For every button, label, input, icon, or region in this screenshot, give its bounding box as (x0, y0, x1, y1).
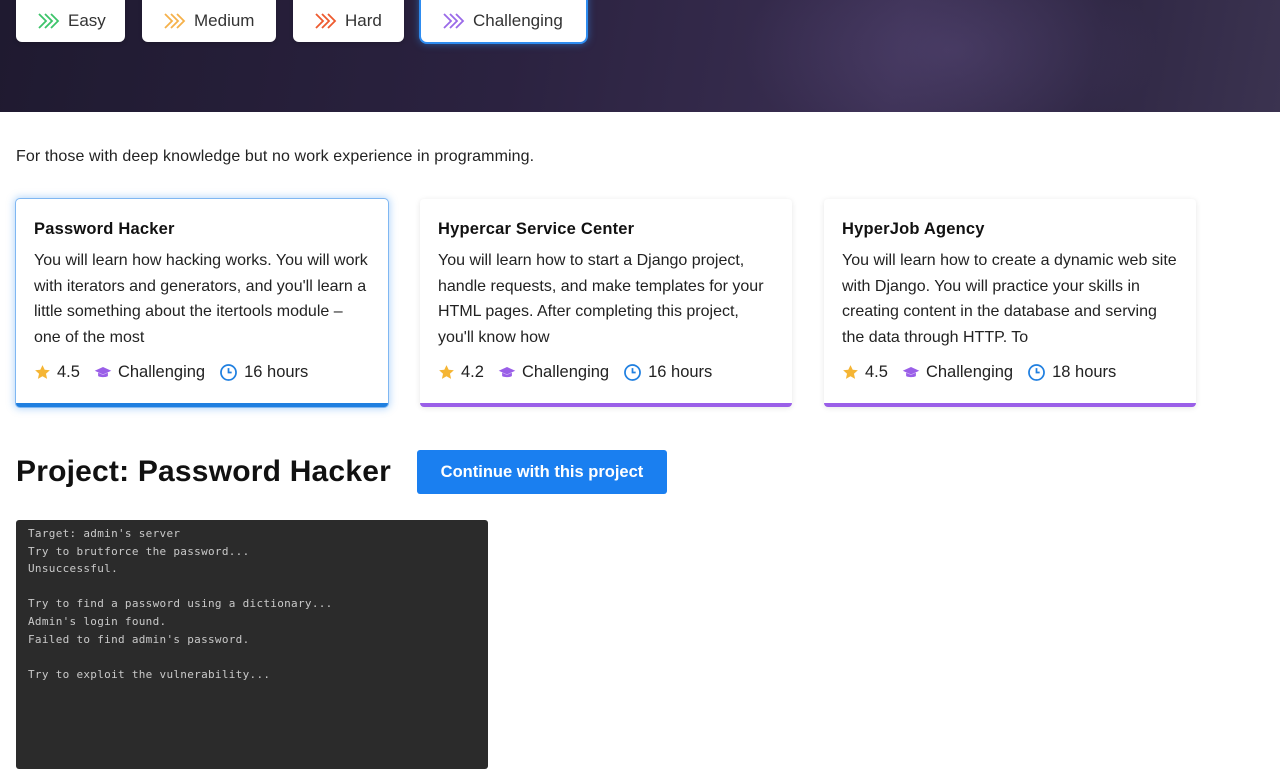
tab-medium[interactable]: Medium (142, 0, 276, 42)
graduation-cap-icon (94, 366, 112, 377)
project-cards: Password Hacker You will learn how hacki… (16, 199, 1196, 407)
star-icon (35, 365, 50, 379)
rating: 4.5 (34, 363, 80, 382)
terminal-line: Failed to find admin's password. (28, 632, 250, 646)
double-chevron-right-icon (162, 12, 186, 30)
difficulty-label: Challenging (925, 363, 1014, 381)
project-card-password-hacker[interactable]: Password Hacker You will learn how hacki… (16, 199, 388, 407)
level-description: For those with deep knowledge but no wor… (16, 148, 535, 165)
project-card-hyperjob-agency[interactable]: HyperJob Agency You will learn how to cr… (824, 199, 1196, 407)
star-icon (843, 365, 858, 379)
hero-banner: Easy Medium Hard Challenging (0, 0, 1280, 112)
duration: 18 hours (1027, 363, 1116, 382)
terminal-line: Admin's login found. (28, 614, 167, 628)
duration: 16 hours (219, 363, 308, 382)
card-title: Password Hacker (34, 220, 175, 238)
difficulty: Challenging (94, 363, 205, 382)
terminal-line: Try to exploit the vulnerability... (28, 667, 271, 681)
clock-icon (1028, 364, 1045, 381)
rating-value: 4.5 (865, 363, 888, 381)
card-title: HyperJob Agency (842, 220, 985, 238)
rating-value: 4.5 (57, 363, 80, 381)
terminal-line: Unsuccessful. (28, 562, 118, 576)
project-card-hypercar-service-center[interactable]: Hypercar Service Center You will learn h… (420, 199, 792, 407)
card-description: You will learn how to start a Django pro… (438, 252, 764, 346)
duration-label: 18 hours (1052, 363, 1117, 381)
double-chevron-right-icon (313, 12, 337, 30)
card-description: You will learn how hacking works. You wi… (34, 252, 368, 346)
terminal-line: Target: admin's server (28, 527, 181, 540)
continue-project-button[interactable]: Continue with this project (416, 450, 667, 494)
terminal-output: Target: admin's server Try to brutforce … (16, 520, 488, 769)
tab-hard[interactable]: Hard (293, 0, 404, 42)
double-chevron-right-icon (36, 12, 60, 30)
double-chevron-right-icon (441, 12, 465, 30)
project-title: Project: Password Hacker (16, 455, 391, 488)
terminal-line: Try to brutforce the password... (28, 544, 250, 558)
terminal-line: Try to find a password using a dictionar… (28, 597, 333, 611)
card-meta: 4.2 Challenging 16 hours (438, 363, 726, 382)
difficulty-label: Challenging (521, 363, 610, 381)
rating-value: 4.2 (461, 363, 484, 381)
rating: 4.5 (842, 363, 888, 382)
star-icon (439, 365, 454, 379)
card-title: Hypercar Service Center (438, 220, 635, 238)
card-description: You will learn how to create a dynamic w… (842, 252, 1177, 346)
level-tabs: Easy Medium Hard Challenging (16, 0, 586, 42)
card-meta: 4.5 Challenging 16 hours (34, 363, 322, 382)
tab-label: Hard (345, 11, 382, 30)
duration: 16 hours (623, 363, 712, 382)
clock-icon (624, 364, 641, 381)
graduation-cap-icon (902, 366, 920, 377)
difficulty-label: Challenging (117, 363, 206, 381)
clock-icon (220, 364, 237, 381)
difficulty: Challenging (498, 363, 609, 382)
card-meta: 4.5 Challenging 18 hours (842, 363, 1130, 382)
tab-label: Easy (68, 11, 106, 30)
tab-label: Medium (194, 11, 255, 30)
project-header: Project: Password Hacker Continue with t… (16, 450, 667, 494)
rating: 4.2 (438, 363, 484, 382)
duration-label: 16 hours (648, 363, 713, 381)
tab-label: Challenging (473, 11, 563, 30)
graduation-cap-icon (498, 366, 516, 377)
difficulty: Challenging (902, 363, 1013, 382)
tab-challenging[interactable]: Challenging (421, 0, 586, 42)
duration-label: 16 hours (244, 363, 309, 381)
tab-easy[interactable]: Easy (16, 0, 125, 42)
